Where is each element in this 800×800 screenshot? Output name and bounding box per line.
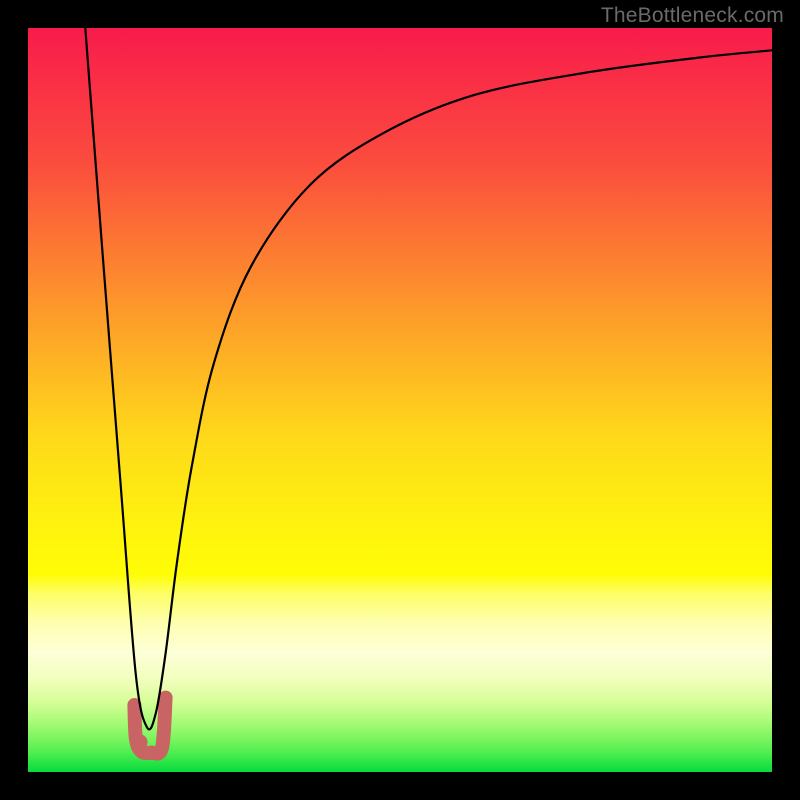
gradient-background — [28, 28, 772, 772]
watermark-text: TheBottleneck.com — [601, 4, 784, 28]
marker-dot — [132, 734, 148, 750]
bottleneck-chart — [28, 28, 772, 772]
chart-plot-area — [28, 28, 772, 772]
